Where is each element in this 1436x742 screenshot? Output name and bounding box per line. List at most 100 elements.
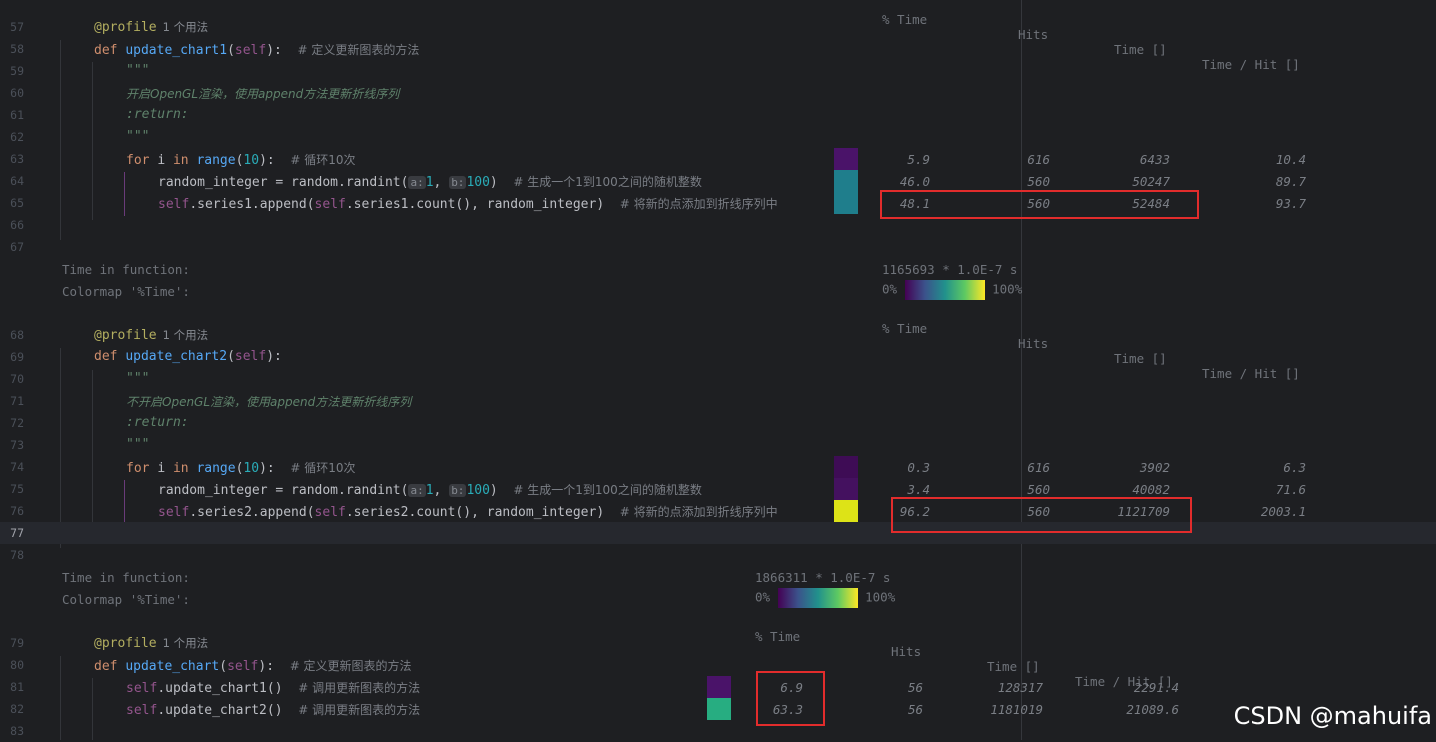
heat-cell: [834, 456, 858, 478]
colormap-bar: [777, 588, 858, 608]
docstring: :return:: [126, 107, 189, 122]
punct: ):: [266, 349, 282, 364]
code-line[interactable]: 59 """: [0, 60, 1436, 82]
code-text: .update_chart1(): [157, 681, 283, 696]
code-line[interactable]: 73 """: [0, 434, 1436, 456]
stat-pct-time: 0.3: [907, 460, 930, 475]
line-number: 59: [10, 64, 24, 78]
comment: # 循环10次: [290, 153, 356, 167]
colormap-legend: 0% 100%: [882, 280, 1022, 300]
code-line[interactable]: 79 @profile 1 个用法: [0, 632, 1436, 654]
usage-hint[interactable]: 1 个用法: [163, 636, 208, 650]
line-number: 71: [10, 394, 24, 408]
code-text: random_integer = random.randint(: [158, 483, 409, 498]
line-number: 57: [10, 20, 24, 34]
stat-hits: 56: [907, 680, 923, 695]
code-line[interactable]: 76 self.series2.append(self.series2.coun…: [0, 500, 1436, 522]
usage-hint[interactable]: 1 个用法: [163, 328, 208, 342]
code-line[interactable]: 68 @profile 1 个用法: [0, 324, 1436, 346]
code-line[interactable]: 63 for i in range(10): # 循环10次 5.9 616 6…: [0, 148, 1436, 170]
colormap-label: Colormap '%Time':: [62, 592, 190, 607]
param-hint: b:: [449, 176, 467, 189]
line-number: 78: [10, 548, 24, 562]
docstring: 不开启OpenGL渲染，使用append方法更新折线序列: [126, 395, 412, 409]
code-line[interactable]: 70 """: [0, 368, 1436, 390]
number: 100: [466, 175, 490, 190]
code-line[interactable]: 62 """: [0, 126, 1436, 148]
line-number: 67: [10, 240, 24, 254]
highlight-box: [880, 190, 1199, 219]
highlight-box: [891, 497, 1192, 533]
code-text: .series2.append(: [189, 505, 315, 520]
code-line-current[interactable]: 77: [0, 522, 1436, 544]
code-line[interactable]: 83: [0, 720, 1436, 742]
code-line[interactable]: 65 self.series1.append(self.series1.coun…: [0, 192, 1436, 214]
code-line[interactable]: 61 :return:: [0, 104, 1436, 126]
stat-time-per-hit: 71.6: [1275, 482, 1306, 497]
docstring: """: [126, 63, 150, 78]
code-line[interactable]: 72 :return:: [0, 412, 1436, 434]
line-number: 70: [10, 372, 24, 386]
stat-pct-time: 3.4: [907, 482, 930, 497]
code-line[interactable]: 75 random_integer = random.randint(a: 1, …: [0, 478, 1436, 500]
number: 100: [466, 483, 490, 498]
code-line[interactable]: 74 for i in range(10): # 循环10次 0.3 616 3…: [0, 456, 1436, 478]
line-number: 61: [10, 108, 24, 122]
code-line[interactable]: 82 self.update_chart2() # 调用更新图表的方法 63.3…: [0, 698, 1436, 720]
stat-time-per-hit: 2291.4: [1133, 680, 1179, 695]
colormap-legend: 0% 100%: [755, 588, 895, 608]
stat-time-per-hit: 93.7: [1275, 196, 1306, 211]
code-text: .series2.count(), random_integer): [345, 505, 605, 520]
code-line[interactable]: 71 不开启OpenGL渲染，使用append方法更新折线序列: [0, 390, 1436, 412]
docstring: """: [126, 437, 150, 452]
function-name: update_chart: [125, 659, 220, 674]
code-line[interactable]: 78: [0, 544, 1436, 566]
punct: ,: [433, 483, 450, 498]
line-number: 64: [10, 174, 24, 188]
var: i: [157, 461, 166, 476]
keyword: for: [126, 461, 150, 476]
comment: # 生成一个1到100之间的随机整数: [513, 483, 702, 497]
stat-time-per-hit: 10.4: [1275, 152, 1306, 167]
code-line[interactable]: 60 开启OpenGL渲染，使用append方法更新折线序列: [0, 82, 1436, 104]
colormap-label: Colormap '%Time':: [62, 284, 190, 299]
stat-hits: 560: [1027, 174, 1050, 189]
watermark: CSDN @mahuifa: [1233, 702, 1432, 730]
stat-time: 40082: [1132, 482, 1170, 497]
self-keyword: self: [314, 197, 346, 212]
docstring: 开启OpenGL渲染，使用append方法更新折线序列: [126, 87, 400, 101]
self-keyword: self: [126, 681, 158, 696]
stat-time: 1181019: [990, 702, 1043, 717]
line-number: 76: [10, 504, 24, 518]
self-keyword: self: [126, 703, 158, 718]
code-line[interactable]: 64 random_integer = random.randint(a: 1, …: [0, 170, 1436, 192]
self-keyword: self: [158, 505, 190, 520]
usage-hint[interactable]: 1 个用法: [163, 20, 208, 34]
line-number: 60: [10, 86, 24, 100]
function-name: update_chart1: [125, 43, 228, 58]
param-hint: a:: [408, 176, 426, 189]
keyword: def: [94, 43, 118, 58]
decorator: @profile: [94, 20, 157, 35]
docstring: """: [126, 371, 150, 386]
column-header-row: % Time Hits Time [] Time / Hit []: [0, 614, 1436, 689]
keyword: def: [94, 349, 118, 364]
code-line[interactable]: 67: [0, 236, 1436, 258]
decorator: @profile: [94, 636, 157, 651]
colormap-low-label: 0%: [755, 589, 771, 605]
code-line[interactable]: 80 def update_chart(self): # 定义更新图表的方法: [0, 654, 1436, 676]
code-line[interactable]: 81 self.update_chart1() # 调用更新图表的方法 6.9 …: [0, 676, 1436, 698]
self-param: self: [227, 659, 259, 674]
code-line[interactable]: 58 def update_chart1(self): # 定义更新图表的方法: [0, 38, 1436, 60]
punct: ,: [433, 175, 450, 190]
code-line[interactable]: 69 def update_chart2(self):: [0, 346, 1436, 368]
heat-cell: [707, 698, 731, 720]
code-line[interactable]: 66: [0, 214, 1436, 236]
docstring: """: [126, 129, 150, 144]
heat-cell: [707, 676, 731, 698]
code-line[interactable]: 57 @profile 1 个用法: [0, 16, 1436, 38]
stat-hits: 616: [1027, 152, 1050, 167]
builtin: range: [196, 153, 236, 168]
comment: # 循环10次: [290, 461, 356, 475]
number: 1: [425, 175, 434, 190]
